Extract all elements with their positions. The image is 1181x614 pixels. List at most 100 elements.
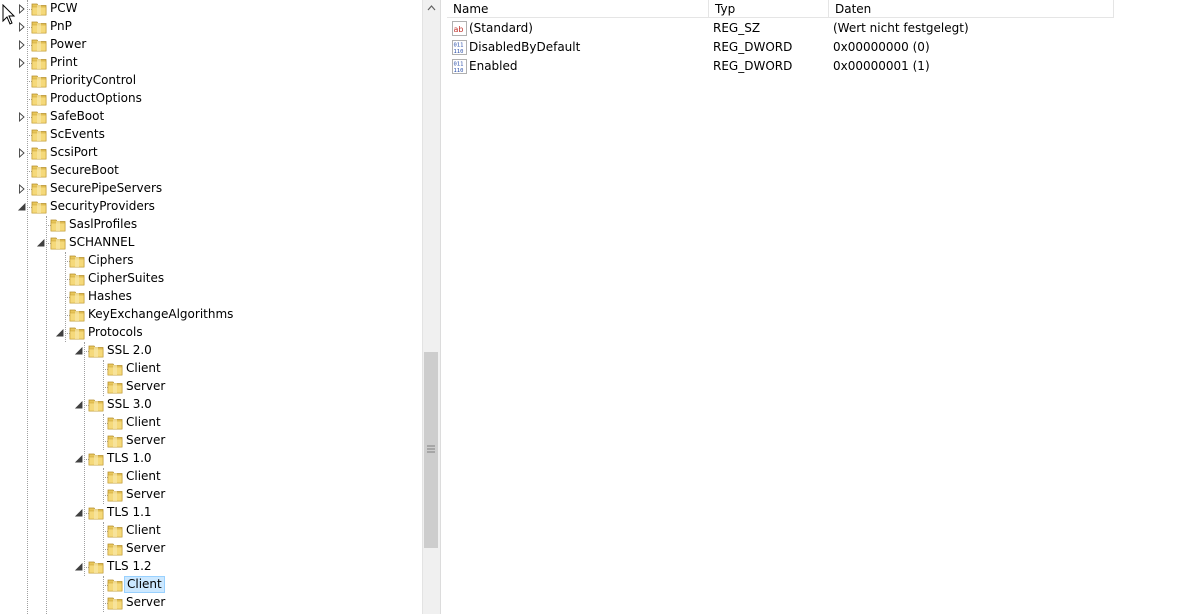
value-row[interactable]: 011 110 DisabledByDefault REG_DWORD 0x000000… — [447, 38, 1181, 57]
scrollbar-thumb[interactable] — [424, 352, 438, 548]
tree-item[interactable]: SecurityProviders — [17, 198, 422, 216]
tree-item[interactable]: Client — [93, 576, 422, 594]
values-list: Name Typ Daten ab (Standard) REG_SZ (Wert n… — [447, 0, 1181, 614]
expand-triangle-icon[interactable] — [17, 22, 27, 32]
tree-item[interactable]: Protocols — [55, 324, 422, 342]
collapse-triangle-icon[interactable] — [74, 400, 84, 410]
value-row[interactable]: 011 110 Enabled REG_DWORD 0x00000001 (1) — [447, 57, 1181, 76]
tree-item-label: TLS 1.0 — [107, 451, 152, 465]
tree-item[interactable]: KeyExchangeAlgorithms — [55, 306, 422, 324]
tree-item-label: Protocols — [88, 325, 143, 339]
folder-icon — [88, 561, 104, 574]
expand-triangle-icon[interactable] — [17, 112, 27, 122]
tree-item[interactable]: Ciphers — [55, 252, 422, 270]
svg-text:011: 011 — [454, 43, 464, 49]
expand-triangle-icon[interactable] — [17, 148, 27, 158]
folder-icon — [31, 147, 47, 160]
tree-item[interactable]: ScsiPort — [17, 144, 422, 162]
tree-item[interactable]: SSL 2.0 — [74, 342, 422, 360]
collapse-triangle-icon[interactable] — [55, 328, 65, 338]
tree-vertical-scrollbar[interactable] — [422, 0, 440, 614]
folder-icon — [88, 453, 104, 466]
tree-item[interactable]: SecurePipeServers — [17, 180, 422, 198]
tree-item[interactable]: Client — [93, 522, 422, 540]
tree-item[interactable]: CipherSuites — [55, 270, 422, 288]
tree-item-label: SafeBoot — [50, 109, 105, 123]
column-header-type[interactable]: Typ — [709, 0, 829, 18]
tree-item-label: PCW — [50, 1, 78, 15]
tree-item[interactable]: Server — [93, 540, 422, 558]
tree-item[interactable]: SSL 3.0 — [74, 396, 422, 414]
tree-item[interactable]: PCW — [17, 0, 422, 18]
column-header-data[interactable]: Daten — [829, 0, 1114, 18]
folder-icon — [88, 399, 104, 412]
folder-icon — [88, 507, 104, 520]
tree-item[interactable]: SaslProfiles — [36, 216, 422, 234]
tree-item-label: TLS 1.1 — [107, 505, 152, 519]
tree-item[interactable]: PnP — [17, 18, 422, 36]
registry-key-tree[interactable]: PCW PnP Power Print PriorityControl ProductOp… — [0, 0, 422, 614]
collapse-triangle-icon[interactable] — [74, 454, 84, 464]
tree-item-label: Server — [126, 487, 166, 501]
tree-item[interactable]: Client — [93, 468, 422, 486]
scroll-up-arrow-icon[interactable] — [423, 0, 440, 17]
collapse-triangle-icon[interactable] — [74, 562, 84, 572]
tree-item-label: SaslProfiles — [69, 217, 138, 231]
value-type: REG_SZ — [713, 21, 761, 35]
folder-icon — [31, 3, 47, 16]
expand-triangle-icon[interactable] — [17, 4, 27, 14]
expand-triangle-icon[interactable] — [17, 40, 27, 50]
tree-item-label: Client — [126, 523, 161, 537]
tree-item[interactable]: SafeBoot — [17, 108, 422, 126]
folder-icon — [107, 363, 123, 376]
folder-icon — [31, 111, 47, 124]
tree-item-label: Client — [126, 469, 161, 483]
tree-item[interactable]: SCHANNEL — [36, 234, 422, 252]
collapse-triangle-icon[interactable] — [17, 202, 27, 212]
collapse-triangle-icon[interactable] — [74, 508, 84, 518]
svg-text:110: 110 — [454, 68, 464, 74]
tree-item[interactable]: TLS 1.0 — [74, 450, 422, 468]
svg-text:ab: ab — [454, 25, 464, 34]
folder-icon — [107, 471, 123, 484]
tree-item[interactable]: Client — [93, 414, 422, 432]
tree-item[interactable]: Server — [93, 432, 422, 450]
tree-item[interactable]: ScEvents — [17, 126, 422, 144]
pane-splitter[interactable] — [440, 0, 447, 614]
tree-item[interactable]: Hashes — [55, 288, 422, 306]
value-data: (Wert nicht festgelegt) — [833, 21, 969, 35]
tree-item[interactable]: Print — [17, 54, 422, 72]
collapse-triangle-icon[interactable] — [36, 238, 46, 248]
tree-item-label: SecureBoot — [50, 163, 119, 177]
tree-item-label: Server — [126, 433, 166, 447]
expand-triangle-icon[interactable] — [17, 184, 27, 194]
tree-item[interactable]: ProductOptions — [17, 90, 422, 108]
tree-item-label: Power — [50, 37, 87, 51]
tree-item[interactable]: Power — [17, 36, 422, 54]
tree-item[interactable]: Server — [93, 486, 422, 504]
expand-triangle-icon[interactable] — [17, 58, 27, 68]
tree-item-label: ScEvents — [50, 127, 105, 141]
svg-text:110: 110 — [454, 49, 464, 55]
string-value-icon: ab — [452, 21, 467, 36]
tree-item[interactable]: SecureBoot — [17, 162, 422, 180]
tree-item-label: TLS 1.2 — [107, 559, 152, 573]
tree-item[interactable]: TLS 1.1 — [74, 504, 422, 522]
tree-item-label: Hashes — [88, 289, 132, 303]
tree-item-label: SecurityProviders — [50, 199, 155, 213]
tree-item-label: Server — [126, 379, 166, 393]
tree-item[interactable]: Server — [93, 378, 422, 396]
value-row[interactable]: ab (Standard) REG_SZ (Wert nicht festgelegt… — [447, 19, 1181, 38]
tree-item[interactable]: PriorityControl — [17, 72, 422, 90]
tree-item[interactable]: Client — [93, 360, 422, 378]
collapse-triangle-icon[interactable] — [74, 346, 84, 356]
value-type: REG_DWORD — [713, 59, 793, 73]
tree-item[interactable]: Server — [93, 594, 422, 612]
folder-icon — [31, 93, 47, 106]
folder-icon — [31, 75, 47, 88]
column-header-name[interactable]: Name — [447, 0, 709, 18]
tree-item-label: Server — [126, 541, 166, 555]
folder-icon — [88, 345, 104, 358]
tree-item[interactable]: TLS 1.2 — [74, 558, 422, 576]
folder-icon — [69, 291, 85, 304]
